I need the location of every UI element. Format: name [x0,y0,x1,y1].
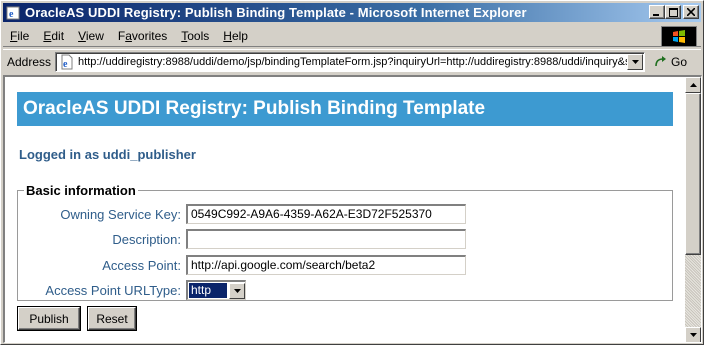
chevron-down-icon [631,59,639,64]
menu-edit-label: dit [51,28,65,43]
maximize-button[interactable] [665,5,681,19]
address-bar: Address e http://uddiregistry:8988/uddi/… [3,49,701,73]
menu-favorites-label: vorites [131,28,168,43]
url-type-label: Access Point URLType: [45,282,181,298]
description-row: Description: [17,229,466,249]
page-viewport: OracleAS UDDI Registry: Publish Binding … [3,75,702,343]
svg-text:e: e [63,59,68,70]
page-content: OracleAS UDDI Registry: Publish Binding … [5,77,685,342]
menu-view-label: iew [85,28,104,43]
page-icon: e [61,54,73,70]
go-button[interactable]: Go [653,55,687,69]
reset-button[interactable]: Reset [88,307,136,330]
address-label: Address [7,54,52,69]
url-type-row: Access Point URLType: http [13,280,246,300]
menu-view[interactable]: View [71,29,111,43]
menu-favorites[interactable]: Favorites [111,29,174,43]
scroll-thumb[interactable] [685,93,701,255]
scroll-down-button[interactable] [685,327,701,342]
fieldset-legend: Basic information [26,183,136,198]
access-point-input[interactable]: http://api.google.com/search/beta2 [186,255,466,275]
scroll-up-button[interactable] [685,77,701,93]
publish-button[interactable]: Publish [18,307,80,330]
menu-edit[interactable]: Edit [36,29,71,43]
menu-bar: File Edit View Favorites Tools Help [3,25,701,47]
menu-tools-label: ools [187,28,210,43]
minimize-button[interactable] [649,5,665,19]
menu-help-accel: H [223,28,232,43]
title-bar: e OracleAS UDDI Registry: Publish Bindin… [3,3,701,22]
service-key-label: Owning Service Key: [60,206,181,222]
menu-help-label: elp [231,28,248,43]
description-label: Description: [112,231,181,247]
menu-tools[interactable]: Tools [174,29,216,43]
go-arrow-icon [655,55,667,66]
menu-view-accel: V [78,28,86,43]
menu-help[interactable]: Help [216,29,255,43]
menu-file-label: ile [17,28,30,43]
page-title: OracleAS UDDI Registry: Publish Binding … [17,92,673,126]
chevron-down-icon [233,288,241,293]
chevron-down-icon [689,333,697,337]
address-input[interactable]: e http://uddiregistry:8988/uddi/demo/jsp… [55,51,646,72]
vertical-scrollbar[interactable] [685,77,701,342]
minimize-icon [653,14,659,16]
description-input[interactable] [186,229,466,249]
url-type-dropdown-button[interactable] [229,282,245,299]
service-key-input[interactable]: 0549C992-A9A6-4359-A62A-E3D72F525370 [186,204,466,224]
menu-file[interactable]: File [3,29,36,43]
url-type-selected: http [188,282,228,299]
window-title: OracleAS UDDI Registry: Publish Binding … [25,5,527,20]
chevron-up-icon [689,83,697,87]
windows-logo-icon [661,26,697,47]
service-key-row: Owning Service Key: 0549C992-A9A6-4359-A… [17,204,466,224]
ie-page-icon: e [5,5,21,21]
address-dropdown-button[interactable] [627,53,644,70]
close-icon [687,8,695,16]
browser-window: e OracleAS UDDI Registry: Publish Bindin… [0,0,704,345]
address-url: http://uddiregistry:8988/uddi/demo/jsp/b… [78,55,628,68]
url-type-select[interactable]: http [186,280,246,300]
logged-in-status: Logged in as uddi_publisher [19,147,196,162]
maximize-icon [668,7,678,17]
menu-favorites-accel: a [125,28,132,43]
access-point-row: Access Point: http://api.google.com/sear… [17,255,466,275]
svg-text:e: e [9,9,14,20]
access-point-label: Access Point: [102,257,181,273]
go-label: Go [671,54,688,69]
close-button[interactable] [683,5,699,19]
